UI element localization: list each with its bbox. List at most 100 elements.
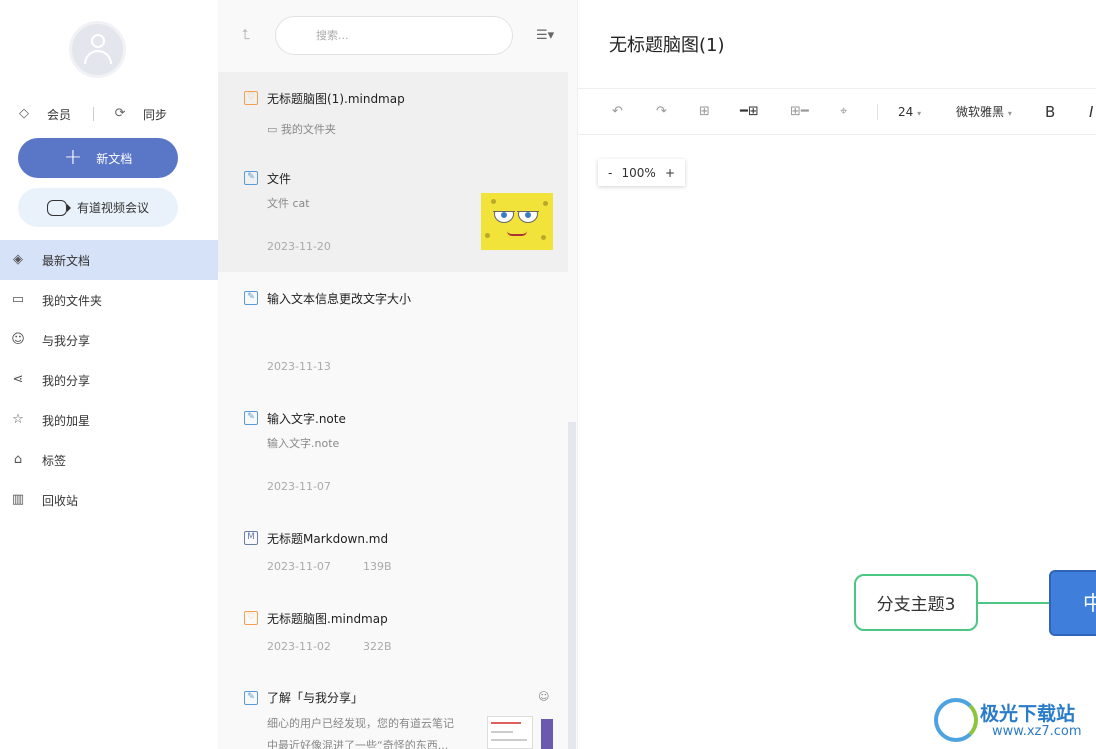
doc-preview: 中最近好像混进了一些“奇怪的东西... — [267, 739, 449, 749]
list-view-icon[interactable]: ☰▾ — [536, 28, 562, 44]
list-item[interactable]: ♡ 无标题脑图.mindmap 2023-11-02 322B — [218, 592, 568, 672]
note-file-icon: ✎ — [244, 411, 258, 425]
note-file-icon: ✎ — [244, 171, 258, 185]
doc-size: 322B — [363, 640, 392, 653]
new-doc-label: 新文档 — [96, 151, 133, 166]
sync-label[interactable]: 同步 — [143, 106, 167, 123]
insert-parent-icon[interactable]: ⊞ — [699, 102, 710, 122]
folder-icon: ▭ — [11, 292, 25, 307]
watermark-logo: 极光下载站 www.xz7.com — [934, 696, 1096, 749]
diamond-icon[interactable]: ◇ — [16, 106, 32, 122]
doc-thumbnail-image — [481, 193, 553, 250]
shared-with-me-icon: ☺ — [11, 332, 25, 347]
sidebar-item-label: 与我分享 — [42, 333, 91, 348]
doc-date: 2023-11-13 — [267, 360, 331, 373]
page-title[interactable]: 无标题脑图(1) — [609, 31, 725, 57]
scrollbar[interactable] — [568, 422, 576, 749]
doc-preview: 输入文字.note — [267, 437, 340, 450]
editor-toolbar: ↶ ↷ ⊞ ━⊞ ⊞━ ⌖ 24 ▾ 微软雅黑 ▾ B I — [578, 88, 1096, 135]
sync-icon[interactable]: ⟳ — [112, 106, 128, 122]
doc-date: 2023-11-07 — [267, 560, 331, 573]
list-header: ⮤ 搜索... ☰▾ — [218, 0, 578, 72]
doc-preview: 文件 cat — [267, 197, 310, 210]
zoom-control: - 100% + — [598, 159, 685, 186]
insert-child-icon[interactable]: ━⊞ — [740, 102, 759, 122]
doc-date: 2023-11-20 — [267, 240, 331, 253]
doc-title: 无标题Markdown.md — [267, 532, 389, 546]
mindmap-editor: 无标题脑图(1) ↶ ↷ ⊞ ━⊞ ⊞━ ⌖ 24 ▾ 微软雅黑 ▾ B I -… — [578, 0, 1096, 749]
video-meeting-button[interactable]: 有道视频会议 — [18, 188, 178, 227]
note-file-icon: ✎ — [244, 291, 258, 305]
font-family-select[interactable]: 微软雅黑 ▾ — [956, 102, 1012, 122]
video-meeting-label: 有道视频会议 — [76, 201, 149, 215]
font-size-select[interactable]: 24 ▾ — [898, 102, 921, 122]
divider — [877, 104, 878, 120]
camera-icon — [46, 199, 71, 216]
sidebar-item-trash[interactable]: ▥ 回收站 — [0, 480, 218, 520]
folder-icon: ▭ — [267, 123, 281, 136]
app-window: ◇ 会员 ⟳ 同步 + 新文档 有道视频会议 ◈ 最新文档 ▭ 我的文件夹 ☺ — [0, 0, 1096, 749]
sidebar-nav: ◈ 最新文档 ▭ 我的文件夹 ☺ 与我分享 ⋖ 我的分享 ☆ 我的加星 ⌂ 标签 — [0, 240, 218, 520]
sidebar-item-folders[interactable]: ▭ 我的文件夹 — [0, 280, 218, 320]
doc-title: 无标题脑图(1).mindmap — [267, 92, 405, 106]
search-input[interactable]: 搜索... — [275, 16, 513, 55]
new-doc-button[interactable]: + 新文档 — [18, 138, 178, 178]
watermark-swirl-icon — [934, 698, 978, 742]
back-up-icon[interactable]: ⮤ — [242, 27, 260, 45]
mindmap-file-icon: ♡ — [244, 91, 258, 105]
document-list: ⮤ 搜索... ☰▾ ♡ 无标题脑图(1).mindmap ▭ 我的文件夹 ✎ … — [218, 0, 578, 749]
zoom-out-button[interactable]: - — [608, 166, 612, 180]
font-family-value: 微软雅黑 — [956, 105, 1005, 119]
vip-label[interactable]: 会员 — [47, 106, 71, 123]
sidebar-item-label: 最新文档 — [42, 253, 91, 268]
sidebar-item-label: 我的分享 — [42, 373, 91, 388]
avatar[interactable] — [69, 21, 126, 78]
doc-title: 输入文本信息更改文字大小 — [267, 292, 412, 306]
sidebar-item-label: 我的加星 — [42, 413, 91, 428]
zoom-level: 100% — [621, 165, 656, 180]
redo-icon[interactable]: ↷ — [656, 102, 667, 122]
list-item[interactable]: ✎ 输入文字.note 输入文字.note 2023-11-07 — [218, 392, 568, 512]
italic-button[interactable]: I — [1089, 102, 1093, 122]
bold-button[interactable]: B — [1045, 102, 1055, 122]
chevron-down-icon: ▾ — [1007, 109, 1012, 118]
sidebar-item-tags[interactable]: ⌂ 标签 — [0, 440, 218, 480]
tag-icon: ⌂ — [13, 452, 23, 467]
sidebar-item-label: 回收站 — [42, 493, 79, 508]
doc-thumbnail-image — [487, 716, 553, 749]
share-icon: ⋖ — [12, 372, 24, 387]
markdown-file-icon: M — [244, 531, 258, 545]
undo-icon[interactable]: ↶ — [612, 102, 623, 122]
sidebar-item-shared-with-me[interactable]: ☺ 与我分享 — [0, 320, 218, 360]
watermark-name: 极光下载站 — [980, 703, 1076, 725]
watermark-url: www.xz7.com — [992, 724, 1082, 739]
list-item[interactable]: ✎ 输入文本信息更改文字大小 2023-11-13 — [218, 272, 568, 392]
sidebar-item-recent[interactable]: ◈ 最新文档 — [0, 240, 218, 280]
list-item[interactable]: M 无标题Markdown.md 2023-11-07 139B — [218, 512, 568, 592]
doc-size: 139B — [363, 560, 392, 573]
note-file-icon: ✎ — [244, 691, 258, 705]
doc-preview: 细心的用户已经发现，您的有道云笔记 — [267, 717, 454, 730]
doc-folder-label: 我的文件夹 — [280, 123, 336, 136]
doc-title: 文件 — [267, 172, 292, 186]
shared-user-icon: ☺ — [538, 690, 550, 703]
layers-icon: ◈ — [13, 252, 23, 267]
sidebar-item-label: 标签 — [42, 453, 67, 468]
insert-sibling-icon[interactable]: ⊞━ — [790, 102, 809, 122]
doc-date: 2023-11-02 — [267, 640, 331, 653]
sidebar-item-starred[interactable]: ☆ 我的加星 — [0, 400, 218, 440]
sidebar: ◇ 会员 ⟳ 同步 + 新文档 有道视频会议 ◈ 最新文档 ▭ 我的文件夹 ☺ — [0, 0, 218, 749]
sidebar-item-my-shares[interactable]: ⋖ 我的分享 — [0, 360, 218, 400]
doc-date: 2023-11-07 — [267, 480, 331, 493]
chevron-down-icon: ▾ — [917, 109, 922, 118]
branch-topic-node[interactable]: 分支主题3 — [854, 574, 978, 631]
star-icon: ☆ — [12, 412, 24, 427]
center-topic-node[interactable]: 中 — [1049, 570, 1096, 636]
node-connector — [978, 602, 1049, 604]
zoom-in-button[interactable]: + — [665, 166, 675, 180]
location-icon[interactable]: ⌖ — [840, 102, 847, 122]
font-size-value: 24 — [898, 105, 914, 119]
doc-title: 了解「与我分享」 — [267, 691, 364, 705]
list-item[interactable]: ♡ 无标题脑图(1).mindmap ▭ 我的文件夹 — [218, 72, 568, 152]
sidebar-item-label: 我的文件夹 — [42, 293, 103, 308]
